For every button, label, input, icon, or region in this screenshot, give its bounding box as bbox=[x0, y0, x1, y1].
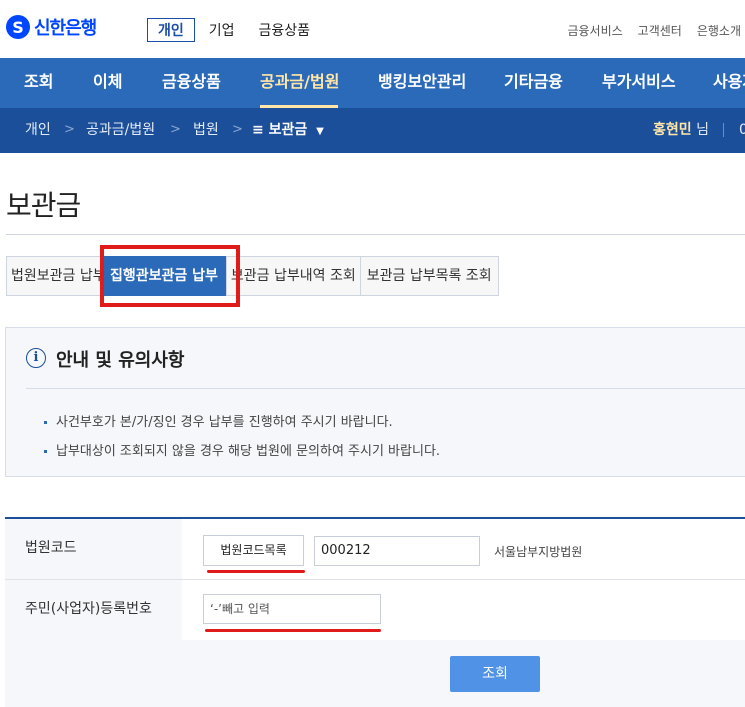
hamburger-icon: ≡ bbox=[252, 122, 264, 138]
util-link-customer-center[interactable]: 고객센터 bbox=[638, 22, 682, 39]
triangle-down-icon: ▼ bbox=[316, 126, 324, 137]
notice-box: i 안내 및 유의사항 사건부호가 본/가/징인 경우 납부를 진행하여 주시기… bbox=[5, 327, 745, 477]
bank-logo-text: 신한은행 bbox=[34, 18, 97, 39]
form-row-id-number: 주민(사업자)등록번호 ‘-’빼고 입력 bbox=[5, 580, 745, 641]
segment-tab-business[interactable]: 기업 bbox=[209, 20, 235, 40]
notice-title: 안내 및 유의사항 bbox=[56, 350, 185, 371]
annotation-underline bbox=[207, 570, 305, 573]
breadcrumb-current-label: 보관금 bbox=[268, 122, 308, 138]
main-nav: 조회 이체 금융상품 공과금/법원 뱅킹보안관리 기타금융 부가서비스 사용자 bbox=[0, 58, 745, 108]
user-name: 홍현민 bbox=[653, 122, 692, 138]
content-tabs: 법원보관금 납부 집행관보관금 납부 보관금 납부내역 조회 보관금 납부목록 … bbox=[6, 256, 499, 296]
page-title: 보관금 bbox=[6, 189, 81, 222]
form-actions-area bbox=[5, 640, 745, 707]
nav-item-transfer[interactable]: 이체 bbox=[93, 58, 122, 108]
user-extra[interactable]: 0 bbox=[739, 108, 745, 152]
customer-segment-tabs: 개인 기업 금융상품 bbox=[147, 18, 310, 42]
court-code-input[interactable]: 000212 bbox=[314, 536, 480, 566]
notice-item: 납부대상이 조회되지 않을 경우 해당 법원에 문의하여 주시기 바랍니다. bbox=[44, 437, 440, 466]
segment-tab-personal[interactable]: 개인 bbox=[147, 18, 195, 42]
breadcrumb-item-utilities-court[interactable]: 공과금/법원 bbox=[86, 108, 155, 152]
nav-item-other-finance[interactable]: 기타금융 bbox=[504, 58, 563, 108]
breadcrumb-current-menu[interactable]: ≡ 보관금 ▼ bbox=[252, 108, 324, 154]
user-name-suffix: 님 bbox=[696, 122, 709, 138]
segment-tab-products[interactable]: 금융상품 bbox=[259, 20, 311, 40]
search-button[interactable]: 조회 bbox=[450, 656, 540, 692]
chevron-right-icon: > bbox=[64, 122, 75, 137]
nav-item-utilities-court[interactable]: 공과금/법원 bbox=[260, 58, 339, 108]
breadcrumb-item-court[interactable]: 법원 bbox=[193, 108, 219, 152]
divider bbox=[723, 123, 724, 137]
breadcrumb-item-personal[interactable]: 개인 bbox=[25, 108, 51, 152]
tab-court-deposit-payment[interactable]: 법원보관금 납부 bbox=[6, 256, 102, 296]
annotation-highlight-box bbox=[100, 245, 240, 307]
top-header: S 신한은행 개인 기업 금융상품 금융서비스 고객센터 은행소개 bbox=[0, 0, 745, 58]
divider bbox=[6, 234, 745, 235]
annotation-underline bbox=[205, 629, 381, 632]
info-icon: i bbox=[26, 348, 46, 368]
util-link-about-bank[interactable]: 은행소개 bbox=[697, 22, 741, 39]
court-code-label: 법원코드 bbox=[5, 519, 182, 579]
notice-list: 사건부호가 본/가/징인 경우 납부를 진행하여 주시기 바랍니다. 납부대상이… bbox=[44, 408, 440, 466]
bank-logo[interactable]: S 신한은행 bbox=[6, 14, 97, 40]
court-code-list-button[interactable]: 법원코드목록 bbox=[203, 535, 304, 566]
breadcrumb: 개인 > 공과금/법원 > 법원 > ≡ 보관금 ▼ 홍현민 님 0 bbox=[0, 108, 745, 153]
chevron-right-icon: > bbox=[170, 122, 181, 137]
nav-item-extra-services[interactable]: 부가서비스 bbox=[602, 58, 676, 108]
court-name-text: 서울남부지방법원 bbox=[494, 545, 583, 559]
divider bbox=[26, 388, 745, 389]
payment-form: 법원코드 법원코드목록 000212 서울남부지방법원 주민(사업자)등록번호 … bbox=[5, 517, 745, 641]
tab-payment-history[interactable]: 보관금 납부내역 조회 bbox=[225, 256, 361, 296]
nav-item-products[interactable]: 금융상품 bbox=[162, 58, 221, 108]
notice-item: 사건부호가 본/가/징인 경우 납부를 진행하여 주시기 바랍니다. bbox=[44, 408, 440, 437]
tab-payment-list[interactable]: 보관금 납부목록 조회 bbox=[359, 256, 499, 296]
form-row-court-code: 법원코드 법원코드목록 000212 서울남부지방법원 bbox=[5, 519, 745, 580]
id-number-label: 주민(사업자)등록번호 bbox=[5, 580, 182, 640]
utility-links: 금융서비스 고객센터 은행소개 bbox=[552, 22, 741, 39]
chevron-right-icon: > bbox=[232, 122, 243, 137]
nav-item-user[interactable]: 사용자 bbox=[713, 58, 745, 108]
nav-item-security[interactable]: 뱅킹보안관리 bbox=[378, 58, 466, 108]
util-link-financial-services[interactable]: 금융서비스 bbox=[567, 22, 622, 39]
user-greeting: 홍현민 님 bbox=[653, 108, 709, 152]
shinhan-logo-icon: S bbox=[6, 15, 30, 39]
nav-item-inquiry[interactable]: 조회 bbox=[24, 58, 53, 108]
id-number-input[interactable]: ‘-’빼고 입력 bbox=[203, 594, 381, 624]
